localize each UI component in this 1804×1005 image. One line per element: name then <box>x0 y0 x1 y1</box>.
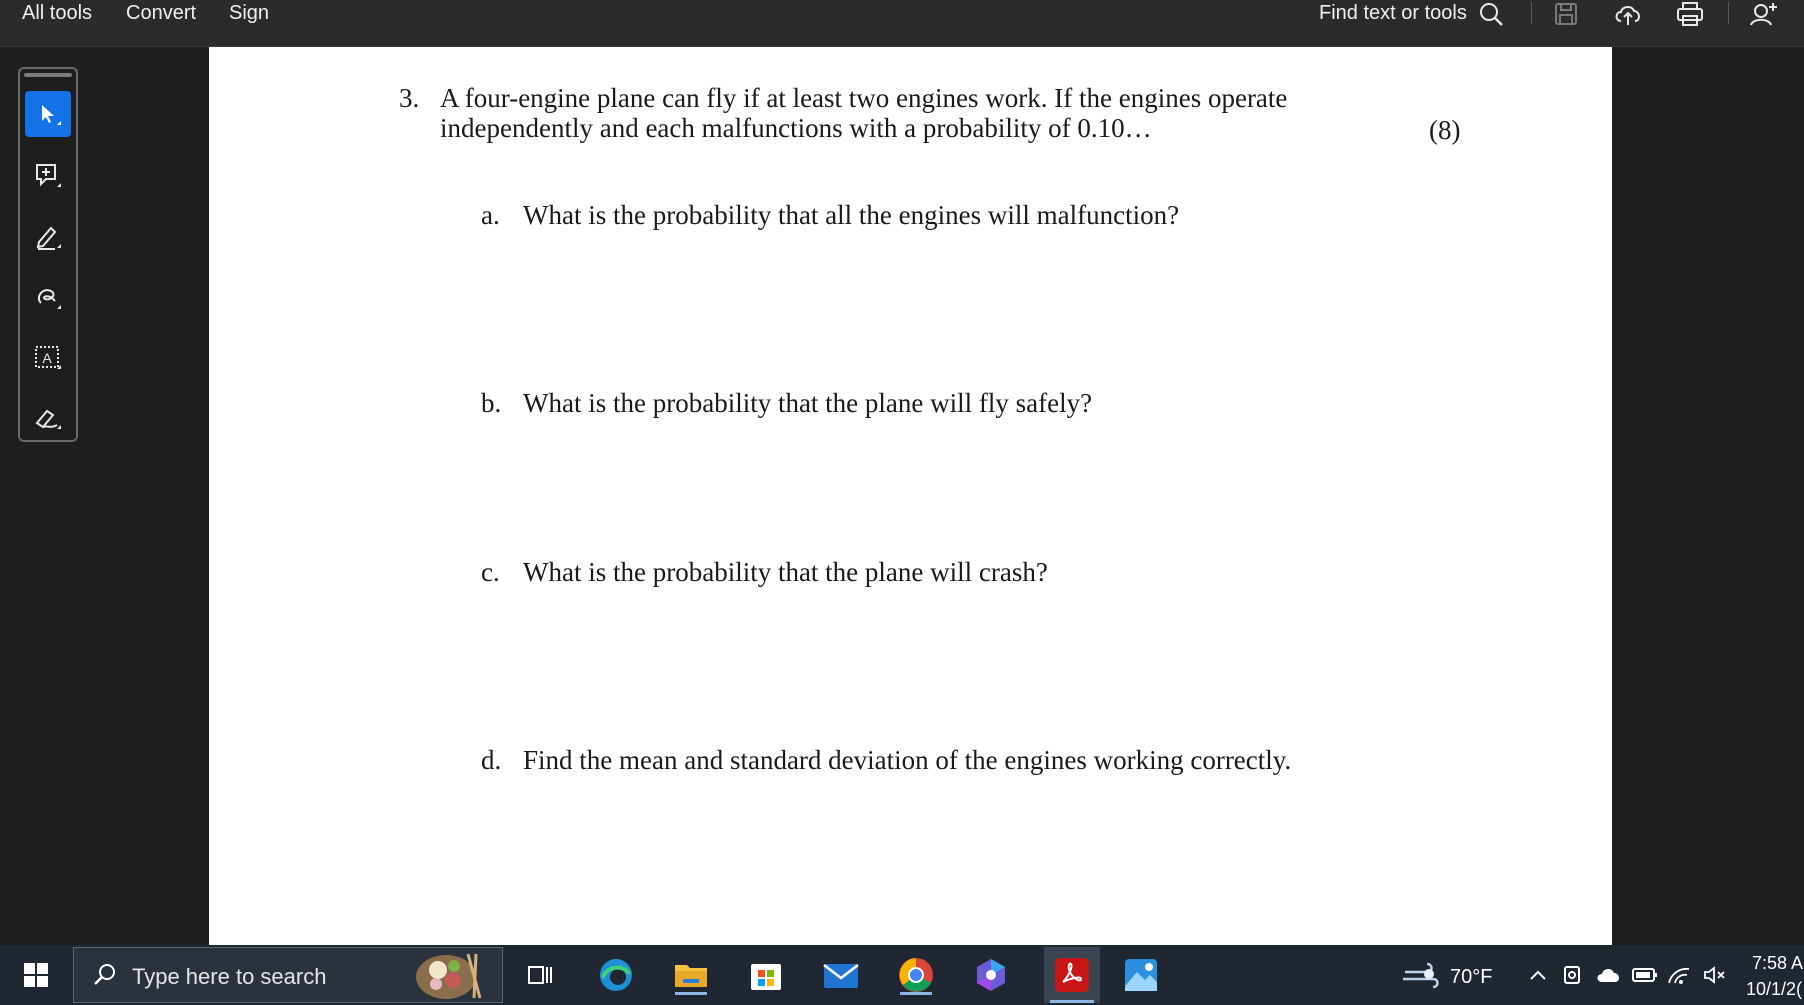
windows-taskbar: Type here to search 70°F 7:58 A 10/1/2( <box>0 945 1804 1005</box>
acrobat-reader-icon[interactable] <box>1044 947 1100 1003</box>
copilot-app-icon[interactable] <box>969 955 1013 995</box>
document-workspace: A 3. A four-engine plane can fly if at l… <box>0 47 1804 945</box>
search-highlight-image[interactable] <box>408 950 496 1000</box>
part-b-text: What is the probability that the plane w… <box>523 388 1093 418</box>
running-indicator <box>900 992 932 995</box>
panel-grip[interactable] <box>24 73 72 77</box>
search-placeholder: Type here to search <box>132 964 327 989</box>
onedrive-cloud-icon[interactable] <box>1594 955 1624 995</box>
draw-freeform-button[interactable] <box>25 275 71 321</box>
app-toolbar: All tools Convert Sign Find text or tool… <box>0 0 1804 47</box>
clock-date[interactable]: 10/1/2( <box>1746 979 1802 1000</box>
photos-app-icon[interactable] <box>1119 955 1163 995</box>
search-icon[interactable] <box>1476 0 1506 28</box>
file-explorer-icon[interactable] <box>669 955 713 995</box>
weather-wind-icon[interactable] <box>1396 955 1446 995</box>
select-tool-button[interactable] <box>25 91 71 137</box>
mail-icon[interactable] <box>819 955 863 995</box>
taskbar-search-box[interactable]: Type here to search <box>73 947 503 1003</box>
part-a-letter: a. <box>481 200 500 230</box>
add-comment-button[interactable] <box>25 153 71 199</box>
task-view-icon[interactable] <box>518 955 562 995</box>
quick-tools-panel: A <box>18 67 78 442</box>
part-b-letter: b. <box>481 388 502 418</box>
microsoft-store-icon[interactable] <box>744 955 788 995</box>
question-number: 3. <box>399 83 420 113</box>
windows-start-icon[interactable] <box>14 955 58 995</box>
toolbar-divider <box>1728 2 1729 24</box>
search-icon <box>92 962 118 993</box>
wifi-icon[interactable] <box>1664 955 1694 995</box>
share-user-icon[interactable] <box>1748 0 1778 28</box>
part-d-letter: d. <box>481 745 502 775</box>
running-indicator <box>675 992 707 995</box>
running-indicator <box>1050 1000 1094 1003</box>
menu-sign[interactable]: Sign <box>229 0 269 26</box>
part-c-text: What is the probability that the plane w… <box>523 557 1048 587</box>
svg-text:A: A <box>42 350 52 366</box>
toolbar-divider <box>1531 2 1532 24</box>
menu-convert[interactable]: Convert <box>126 0 196 26</box>
clock-time[interactable]: 7:58 A <box>1752 953 1803 974</box>
battery-icon[interactable] <box>1630 955 1660 995</box>
pdf-page: 3. A four-engine plane can fly if at lea… <box>209 47 1612 945</box>
meet-now-icon[interactable] <box>1558 955 1588 995</box>
menu-all-tools[interactable]: All tools <box>22 0 92 26</box>
volume-muted-icon[interactable] <box>1700 955 1730 995</box>
text-box-button[interactable]: A <box>25 335 71 381</box>
upload-cloud-icon[interactable] <box>1613 0 1643 28</box>
weather-temperature[interactable]: 70°F <box>1450 966 1492 989</box>
question-line-2: independently and each malfunctions with… <box>440 113 1152 143</box>
question-line-1: A four-engine plane can fly if at least … <box>440 83 1288 113</box>
part-d-text: Find the mean and standard deviation of … <box>523 745 1292 775</box>
sign-tool-button[interactable] <box>25 395 71 441</box>
highlight-pen-button[interactable] <box>25 214 71 260</box>
edge-browser-icon[interactable] <box>594 955 638 995</box>
part-a-text: What is the probability that all the eng… <box>523 200 1180 230</box>
chevron-up-icon[interactable] <box>1523 955 1553 995</box>
save-icon[interactable] <box>1551 0 1581 28</box>
print-icon[interactable] <box>1675 0 1705 28</box>
part-c-letter: c. <box>481 557 500 587</box>
points-value: (8) <box>1429 115 1461 145</box>
find-text-or-tools[interactable]: Find text or tools <box>1319 0 1467 26</box>
chrome-browser-icon[interactable] <box>894 955 938 995</box>
